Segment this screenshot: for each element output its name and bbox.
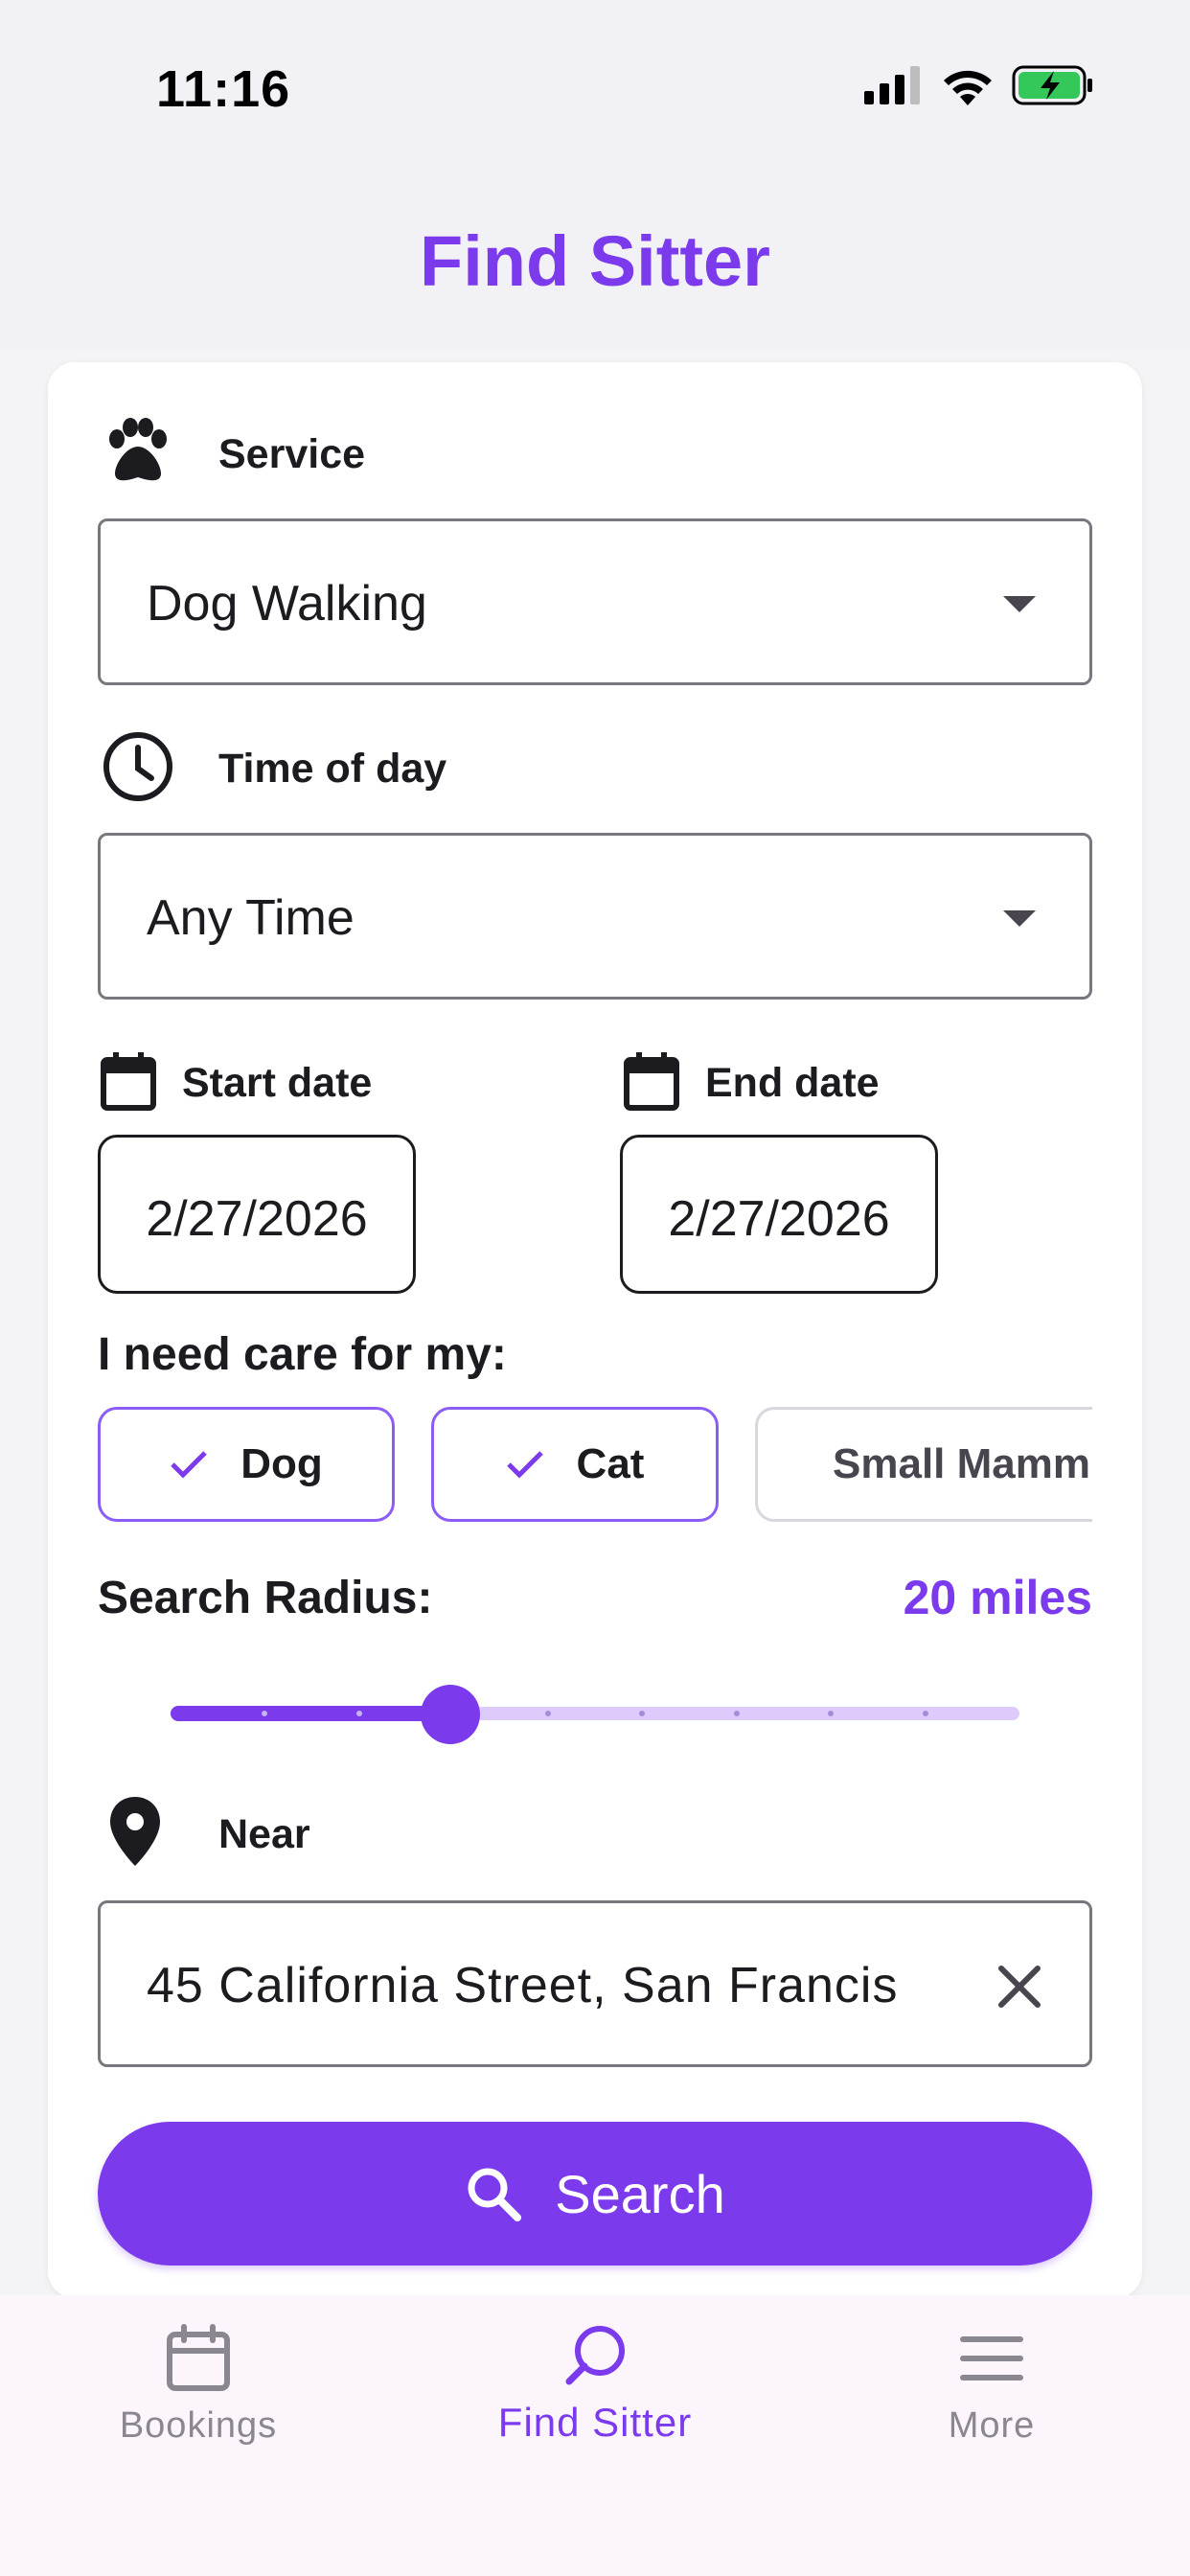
app-header: Find Sitter bbox=[0, 177, 1190, 348]
slider-tick bbox=[355, 1711, 362, 1716]
checkmark-icon bbox=[171, 1451, 208, 1479]
calendar-icon bbox=[101, 1052, 156, 1111]
slider-tick bbox=[922, 1711, 928, 1716]
time-of-day-dropdown[interactable]: Any Time bbox=[98, 833, 1092, 1000]
start-date-field[interactable]: 2/27/2026 bbox=[98, 1135, 416, 1294]
near-label: Near bbox=[218, 1811, 310, 1857]
service-label: Service bbox=[218, 431, 366, 477]
search-button[interactable]: Search bbox=[98, 2122, 1092, 2266]
wifi-icon bbox=[944, 70, 992, 105]
paw-icon bbox=[109, 418, 167, 481]
pet-chip-label: Cat bbox=[576, 1440, 645, 1487]
radius-slider-active-track bbox=[171, 1706, 451, 1721]
location-pin-icon bbox=[110, 1797, 160, 1866]
pet-chip-small-mammal[interactable]: Small Mamm bbox=[755, 1407, 1092, 1522]
search-button-label: Search bbox=[555, 2163, 725, 2224]
menu-icon bbox=[960, 2336, 1023, 2380]
slider-tick bbox=[544, 1711, 551, 1716]
nav-label: More bbox=[948, 2405, 1036, 2446]
near-address-value: 45 California Street, San Francis bbox=[147, 1958, 899, 2013]
search-form-card: Service Dog Walking Time of day Any Time… bbox=[48, 362, 1142, 2298]
pet-chip-label: Small Mamm bbox=[833, 1440, 1090, 1487]
cellular-signal-icon bbox=[864, 66, 920, 104]
bottom-navigation: Bookings Find Sitter More bbox=[0, 2295, 1190, 2576]
service-dropdown[interactable]: Dog Walking bbox=[98, 518, 1092, 685]
page-title: Find Sitter bbox=[420, 221, 770, 301]
end-date-field[interactable]: 2/27/2026 bbox=[620, 1135, 938, 1294]
calendar-icon bbox=[624, 1052, 679, 1111]
search-icon bbox=[565, 2326, 625, 2385]
nav-label: Find Sitter bbox=[497, 2400, 693, 2445]
time-of-day-label: Time of day bbox=[218, 746, 447, 792]
status-icons bbox=[864, 65, 1094, 105]
search-icon bbox=[468, 2168, 522, 2221]
close-icon bbox=[998, 1966, 1041, 2008]
nav-item-find-sitter[interactable]: Find Sitter bbox=[451, 2324, 739, 2446]
clear-address-button[interactable] bbox=[986, 1953, 1053, 2020]
nav-item-more[interactable]: More bbox=[848, 2324, 1135, 2447]
service-value: Dog Walking bbox=[147, 576, 427, 632]
care-for-label: I need care for my: bbox=[98, 1329, 507, 1380]
status-bar: 11:16 bbox=[0, 0, 1190, 177]
end-date-label: End date bbox=[705, 1060, 880, 1106]
time-of-day-value: Any Time bbox=[147, 890, 355, 946]
near-address-input[interactable]: 45 California Street, San Francis bbox=[98, 1900, 1092, 2067]
status-time: 11:16 bbox=[156, 60, 291, 118]
calendar-icon bbox=[167, 2324, 230, 2391]
start-date-value: 2/27/2026 bbox=[146, 1191, 368, 1247]
search-radius-label: Search Radius: bbox=[98, 1573, 433, 1623]
end-date-value: 2/27/2026 bbox=[668, 1191, 890, 1247]
checkmark-icon bbox=[506, 1451, 543, 1479]
search-radius-value: 20 miles bbox=[903, 1571, 1092, 1624]
pet-chip-dog[interactable]: Dog bbox=[98, 1407, 395, 1522]
dropdown-arrow-icon bbox=[1003, 910, 1036, 927]
pet-chip-label: Dog bbox=[240, 1440, 323, 1487]
slider-tick bbox=[733, 1711, 740, 1716]
nav-label: Bookings bbox=[119, 2405, 278, 2446]
radius-slider-thumb[interactable] bbox=[421, 1685, 481, 1744]
start-date-label: Start date bbox=[182, 1060, 373, 1106]
clock-icon bbox=[103, 732, 172, 801]
battery-charging-icon bbox=[1012, 65, 1092, 105]
nav-item-bookings[interactable]: Bookings bbox=[55, 2324, 342, 2447]
pet-chip-cat[interactable]: Cat bbox=[431, 1407, 719, 1522]
dropdown-arrow-icon bbox=[1003, 596, 1036, 612]
